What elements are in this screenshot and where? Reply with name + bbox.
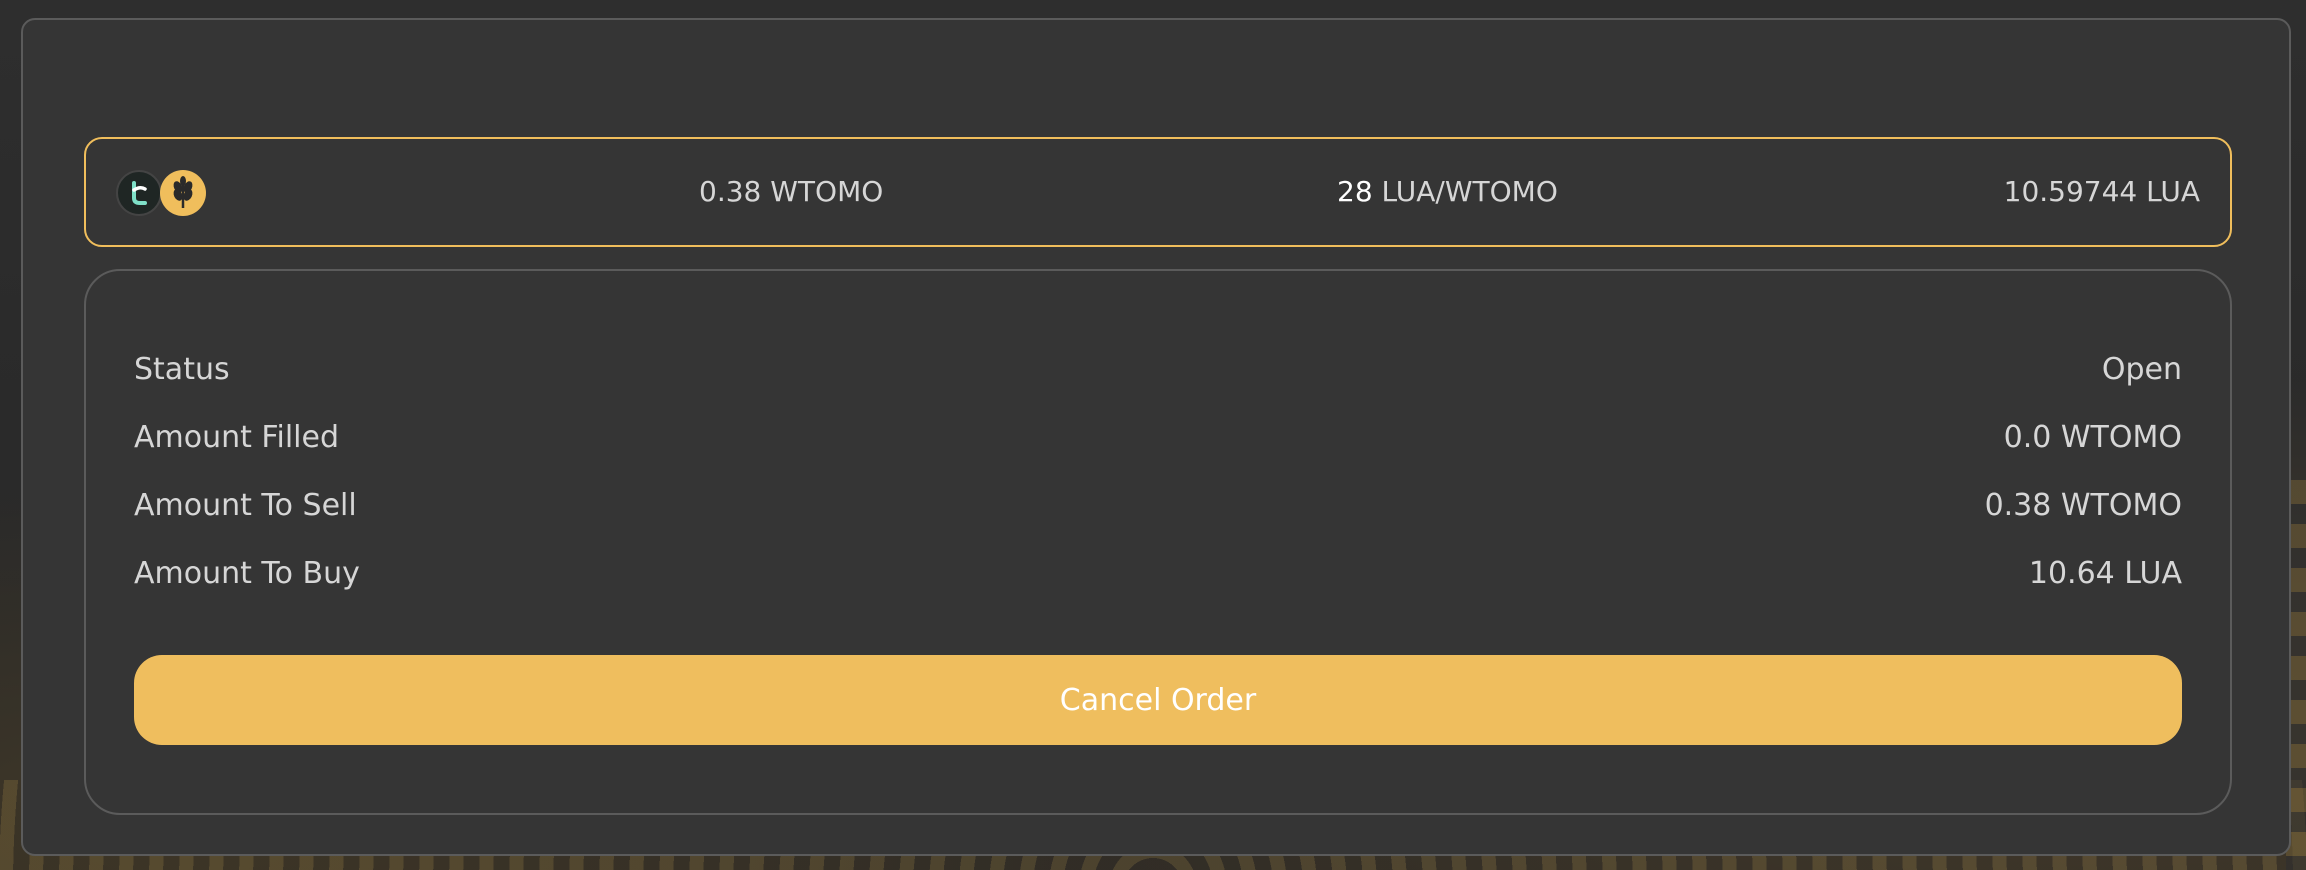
order-price: 28 LUA/WTOMO xyxy=(1337,139,1558,245)
detail-label: Amount To Sell xyxy=(134,487,357,523)
price-separator: / xyxy=(1435,175,1445,208)
detail-row-amount-to-sell: Amount To Sell 0.38 WTOMO xyxy=(134,485,2182,525)
tomo-token-icon xyxy=(116,170,162,216)
sell-amount: 0.38 WTOMO xyxy=(699,139,883,245)
order-summary-card: 0.38 WTOMO 28 LUA/WTOMO 10.59744 LUA xyxy=(84,137,2232,247)
token-pair-icons xyxy=(116,170,208,216)
detail-row-amount-to-buy: Amount To Buy 10.64 LUA xyxy=(134,553,2182,593)
cancel-order-button[interactable]: Cancel Order xyxy=(134,655,2182,745)
order-details-card: Status Open Amount Filled 0.0 WTOMO Amou… xyxy=(84,269,2232,815)
buy-amount: 10.59744 LUA xyxy=(2004,139,2200,245)
detail-value: Open xyxy=(2101,351,2182,387)
detail-label: Amount Filled xyxy=(134,419,340,455)
detail-label: Status xyxy=(134,351,230,387)
detail-row-status: Status Open xyxy=(134,349,2182,389)
price-base-unit: WTOMO xyxy=(1444,175,1558,208)
detail-label: Amount To Buy xyxy=(134,555,360,591)
sell-amount-value: 0.38 xyxy=(699,175,762,208)
sell-amount-token: WTOMO xyxy=(770,175,884,208)
order-modal: 0.38 WTOMO 28 LUA/WTOMO 10.59744 LUA Sta… xyxy=(21,18,2291,856)
buy-amount-token: LUA xyxy=(2146,175,2200,208)
buy-amount-value: 10.59744 xyxy=(2003,175,2138,208)
price-quote-unit: LUA xyxy=(1381,175,1436,208)
detail-value: 0.38 WTOMO xyxy=(1984,487,2182,523)
lua-wheat-token-icon xyxy=(160,170,206,216)
detail-value: 0.0 WTOMO xyxy=(2003,419,2182,455)
detail-row-amount-filled: Amount Filled 0.0 WTOMO xyxy=(134,417,2182,457)
detail-value: 10.64 LUA xyxy=(2028,555,2182,591)
price-value: 28 xyxy=(1337,175,1373,208)
